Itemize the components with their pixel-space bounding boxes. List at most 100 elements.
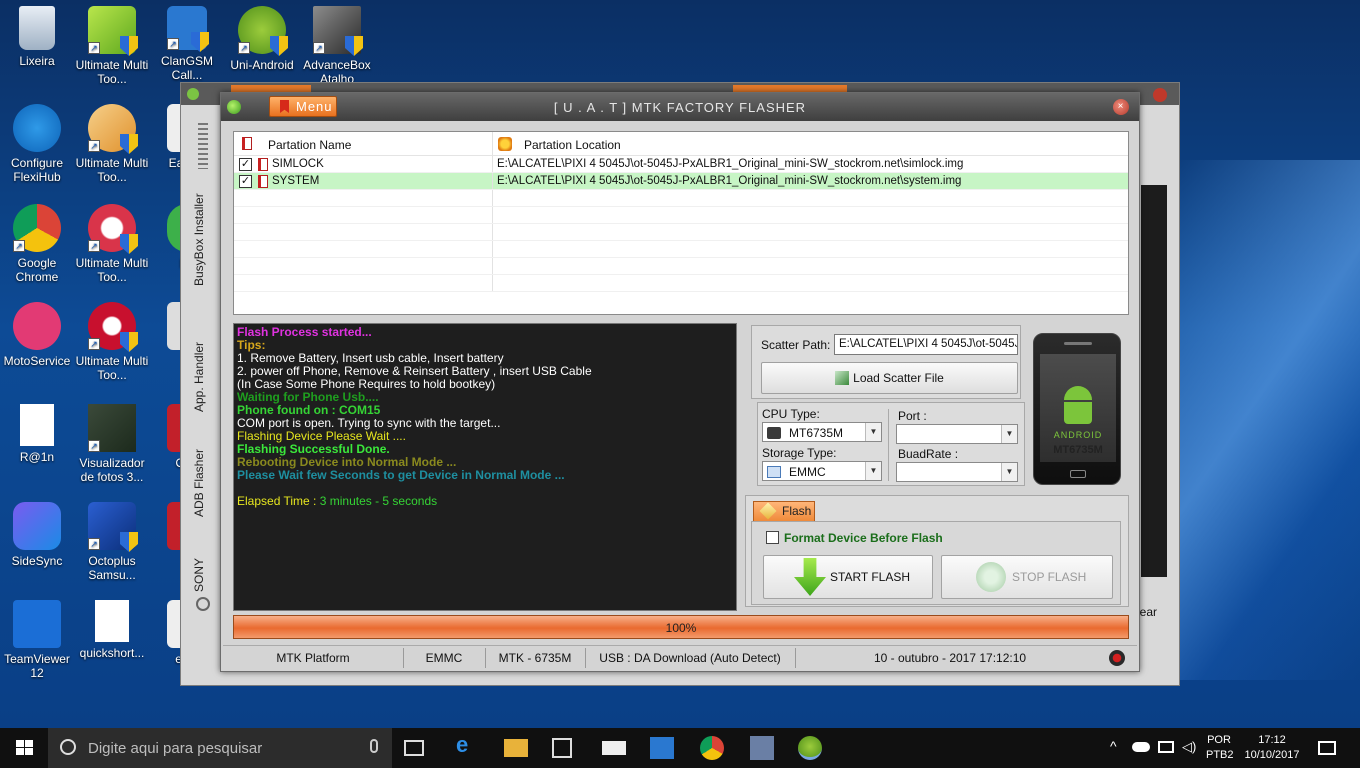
microphone-icon[interactable] [370,739,378,753]
flash-tab[interactable]: Flash [753,501,815,522]
tab-sony[interactable]: SONY [192,555,216,595]
desktop-icon-teamviewer[interactable]: TeamViewer 12 [0,600,74,680]
log-line: Flash Process started... [237,325,372,339]
load-file-icon [835,371,850,385]
stop-flash-label: STOP FLASH [1012,570,1087,584]
chevron-down-icon: ▼ [865,423,881,441]
table-row[interactable]: ✓ SYSTEM E:\ALCATEL\PIXI 4 5045J\ot-5045… [234,173,1128,190]
port-select[interactable]: ▼ [896,424,1018,444]
recycle-bin-icon [19,6,55,50]
column-divider [492,190,493,206]
start-flash-label: START FLASH [830,570,911,584]
mail-icon[interactable] [602,741,626,755]
desktop-icon-label: MotoService [3,354,71,368]
grip-icon [198,123,208,169]
load-scatter-button[interactable]: Load Scatter File [761,362,1018,394]
tab-adb-flasher[interactable]: ADB Flasher [192,445,216,521]
desktop-icon-octoplus[interactable]: ↗ Octoplus Samsu... [75,502,149,582]
desktop-icon-sidesync[interactable]: SideSync [0,502,74,568]
desktop-icon-chrome[interactable]: ↗ Google Chrome [0,204,74,284]
empty-row [234,241,1128,258]
log-lines: Flash Process started... Tips: 1. Remove B… [237,326,733,482]
start-flash-button[interactable]: START FLASH [763,555,933,599]
port-label: Port : [898,409,927,423]
desktop-icon-umt-3[interactable]: ↗ Ultimate Multi Too... [75,204,149,284]
device-settings-group: CPU Type: MT6735M ▼ Storage Type: EMMC ▼… [757,402,1025,486]
desktop-icon-motoservice[interactable]: MotoService [0,302,74,368]
cpu-type-select[interactable]: MT6735M ▼ [762,422,882,442]
phone-brand: ANDROID [1053,430,1103,440]
phone-speaker [1064,342,1092,345]
partition-name: SYSTEM [272,175,320,187]
progress-bar: 100% [233,615,1129,639]
clock[interactable]: 17:12 10/10/2017 [1240,733,1304,763]
desktop-icon-uni-android[interactable]: ↗ Uni-Android [225,6,299,72]
log-console: Flash Process started... Tips: 1. Remove B… [233,323,737,611]
phone-preview: ANDROID MT6735M [1033,333,1121,485]
search-icon [60,739,76,755]
desktop-icon-umt-1[interactable]: ↗ Ultimate Multi Too... [75,6,149,86]
desktop-icon-label: TeamViewer 12 [4,652,70,680]
edge-icon[interactable]: e [456,732,480,757]
desktop-icon-umt-4[interactable]: ↗ Ultimate Multi Too... [75,302,149,382]
close-icon[interactable] [1153,88,1167,102]
uat-taskbar-icon[interactable] [798,736,822,760]
chevron-up-icon[interactable]: ^ [1110,738,1134,762]
stop-icon [976,562,1006,592]
desktop-icon-label: Ultimate Multi Too... [75,354,149,382]
phone-screen: ANDROID MT6735M [1040,354,1116,462]
cpu-type-value: MT6735M [789,426,844,440]
app-taskbar-icon[interactable] [750,736,774,760]
desktop-icon-lixeira[interactable]: Lixeira [0,6,74,68]
store-icon[interactable] [552,738,572,758]
taskbar-search-box[interactable]: Digite aqui para pesquisar [48,728,392,768]
shortcut-arrow-icon: ↗ [88,240,100,252]
stop-flash-button[interactable]: STOP FLASH [941,555,1113,599]
clear-label[interactable]: lear [1137,605,1157,619]
uni-android-icon: ↗ [238,6,288,56]
onedrive-icon[interactable] [1132,742,1150,752]
tab-app-handler[interactable]: App. Handler [192,329,216,425]
close-icon[interactable]: × [1113,99,1129,115]
empty-row [234,207,1128,224]
table-row[interactable]: ✓ SIMLOCK E:\ALCATEL\PIXI 4 5045J\ot-504… [234,156,1128,173]
column-header-location[interactable]: Partation Location [492,138,1128,152]
notification-icon[interactable] [1318,741,1336,755]
network-icon[interactable] [1158,741,1174,753]
sidesync-icon [13,502,61,550]
task-view-icon[interactable] [404,740,424,756]
elapsed-time-line: Elapsed Time : 3 minutes - 5 seconds [237,495,733,508]
column-divider [492,275,493,291]
format-device-checkbox[interactable] [766,531,779,544]
gear-icon[interactable] [196,597,210,611]
file-explorer-icon[interactable] [504,739,528,757]
scatter-path-field[interactable]: E:\ALCATEL\PIXI 4 5045J\ot-5045J-I [834,334,1018,355]
desktop-icon-advancebox[interactable]: ↗ AdvanceBox Atalho [300,6,374,86]
chrome-taskbar-icon[interactable] [700,736,724,760]
baud-rate-select[interactable]: ▼ [896,462,1018,482]
empty-row [234,258,1128,275]
tab-busybox-installer[interactable]: BusyBox Installer [192,185,216,295]
desktop-icon-label: Octoplus Samsu... [88,554,136,582]
desktop-icon-quickshort[interactable]: quickshort... [75,600,149,660]
phone-model: MT6735M [1053,444,1103,456]
desktop-icon-r1n[interactable]: R@1n [0,404,74,464]
defender-icon[interactable] [650,737,674,759]
desktop-icon-umt-2[interactable]: ↗ Ultimate Multi Too... [75,104,149,184]
desktop-icon-label: Visualizador de fotos 3... [79,456,145,484]
desktop-icon-label: Lixeira [19,54,55,68]
language-indicator[interactable]: POR PTB2 [1206,733,1234,763]
desktop-icon-photo-viewer[interactable]: ↗ Visualizador de fotos 3... [75,404,149,484]
shortcut-arrow-icon: ↗ [88,140,100,152]
column-header-name[interactable]: Partation Name [234,138,492,152]
download-arrow-icon [794,558,826,596]
desktop-icon-flexihub[interactable]: Configure FlexiHub [0,104,74,184]
windows-start-icon[interactable] [14,736,38,760]
motorola-icon [13,302,61,350]
storage-type-select[interactable]: EMMC ▼ [762,461,882,481]
desktop-icon-clangsm[interactable]: ↗ ClanGSM Call... [150,6,224,82]
desktop-icon-label: SideSync [11,554,63,568]
shortcut-arrow-icon: ↗ [313,42,325,54]
volume-icon[interactable]: ◁) [1182,739,1206,763]
desktop-icon-label: Ultimate Multi Too... [75,256,149,284]
